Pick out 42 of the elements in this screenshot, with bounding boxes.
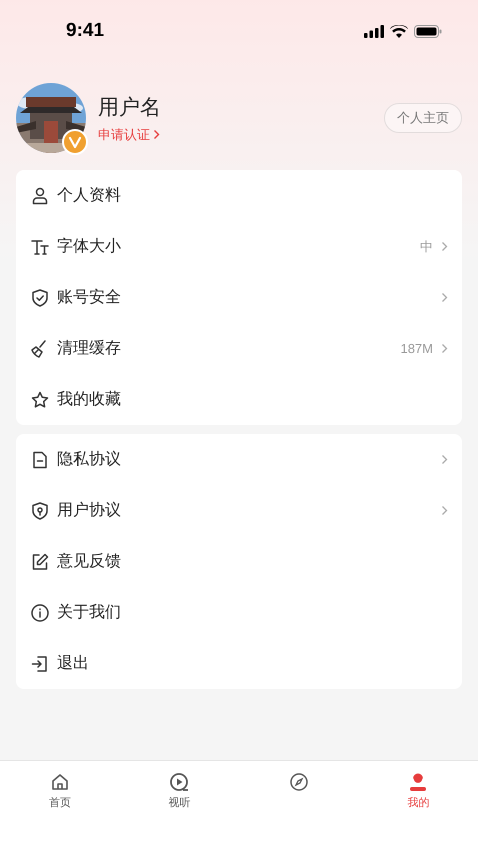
menu-item[interactable]: 我的收藏 [16, 374, 462, 425]
tab-item[interactable]: 视听 [120, 771, 239, 812]
battery-icon [414, 24, 442, 38]
star-icon [30, 390, 50, 410]
menu-label: 隐私协议 [57, 450, 122, 470]
verify-link[interactable]: 申请认证 [98, 125, 161, 144]
homepage-button[interactable]: 个人主页 [384, 103, 462, 133]
menu-item[interactable]: 账号安全 [16, 272, 462, 323]
edit-icon [30, 552, 50, 572]
play-circle-icon [168, 771, 190, 793]
menu-value: 187M [400, 340, 433, 358]
menu-item[interactable]: 退出 [16, 638, 462, 689]
menu-label: 个人资料 [57, 186, 122, 206]
menu-label: 字体大小 [57, 236, 122, 256]
menu-item[interactable]: 字体大小 中 [16, 221, 462, 272]
menu-item[interactable]: 意见反馈 [16, 536, 462, 587]
menu-value: 中 [420, 238, 433, 256]
compass-icon [288, 771, 310, 793]
menu-label: 清理缓存 [57, 338, 122, 358]
menu-label: 用户协议 [57, 500, 122, 520]
chevron-icon [153, 129, 160, 140]
menu-item[interactable]: 清理缓存 187M [16, 323, 462, 374]
person-icon [30, 186, 50, 206]
username: 用户名 [98, 94, 161, 120]
menu-label: 账号安全 [57, 288, 122, 308]
wifi-icon [390, 24, 408, 38]
menu-label: 退出 [57, 654, 90, 674]
shield-pin-icon [30, 500, 50, 520]
menu-item[interactable]: 个人资料 [16, 170, 462, 221]
info-icon [30, 602, 50, 622]
menu-label: 我的收藏 [57, 390, 122, 410]
signal-icon [364, 24, 384, 38]
menu-item[interactable]: 隐私协议 [16, 434, 462, 485]
tab-item[interactable]: 首页 [0, 771, 120, 812]
status-time: 9:41 [66, 18, 104, 43]
menu-label: 关于我们 [57, 602, 122, 622]
shield-check-icon [30, 288, 50, 308]
menu-item[interactable]: 用户协议 [16, 485, 462, 536]
tab-item[interactable]: 我的 [358, 771, 478, 812]
menu-item[interactable]: 关于我们 [16, 587, 462, 638]
menu-label: 意见反馈 [57, 552, 122, 572]
logout-icon [30, 654, 50, 674]
